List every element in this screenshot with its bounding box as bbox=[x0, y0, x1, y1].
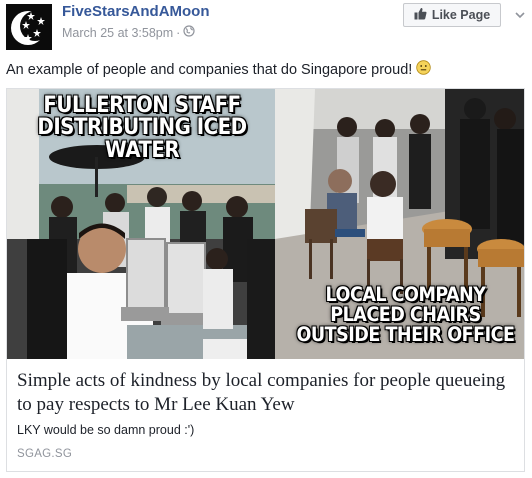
post-message-text: An example of people and companies that … bbox=[6, 61, 413, 78]
like-page-label: Like Page bbox=[431, 8, 491, 22]
post-meta: March 25 at 3:58pm · bbox=[62, 25, 195, 40]
link-domain: SGAG.SG bbox=[17, 448, 73, 460]
link-title[interactable]: Simple acts of kindness by local compani… bbox=[17, 369, 517, 417]
image-caption-right: LOCAL COMPANY PLACED CHAIRS OUTSIDE THEI… bbox=[296, 283, 515, 346]
link-preview-body[interactable]: Simple acts of kindness by local compani… bbox=[17, 369, 517, 460]
thumbs-up-icon bbox=[414, 7, 427, 23]
link-preview-image[interactable]: FULLERTON STAFF DISTRIBUTING ICED WATER … bbox=[7, 89, 524, 359]
chevron-down-icon bbox=[515, 6, 525, 24]
link-description: LKY would be so damn proud :') bbox=[17, 423, 195, 437]
globe-icon bbox=[183, 25, 195, 40]
avatar[interactable] bbox=[6, 4, 52, 50]
link-preview-card[interactable]: FULLERTON STAFF DISTRIBUTING ICED WATER … bbox=[6, 88, 525, 472]
page-name-link[interactable]: FiveStarsAndAMoon bbox=[62, 3, 210, 20]
post-header: FiveStarsAndAMoon March 25 at 3:58pm · L… bbox=[0, 0, 532, 56]
post-message: An example of people and companies that … bbox=[6, 60, 431, 79]
like-page-button[interactable]: Like Page bbox=[403, 3, 501, 27]
image-caption-left: FULLERTON STAFF DISTRIBUTING ICED WATER bbox=[37, 93, 247, 163]
smiley-emoji-icon bbox=[416, 60, 431, 79]
meta-separator: · bbox=[176, 25, 181, 40]
moon-stars-logo-icon bbox=[6, 4, 52, 50]
post-timestamp[interactable]: March 25 at 3:58pm bbox=[62, 26, 173, 40]
post-options-button[interactable] bbox=[510, 3, 530, 27]
